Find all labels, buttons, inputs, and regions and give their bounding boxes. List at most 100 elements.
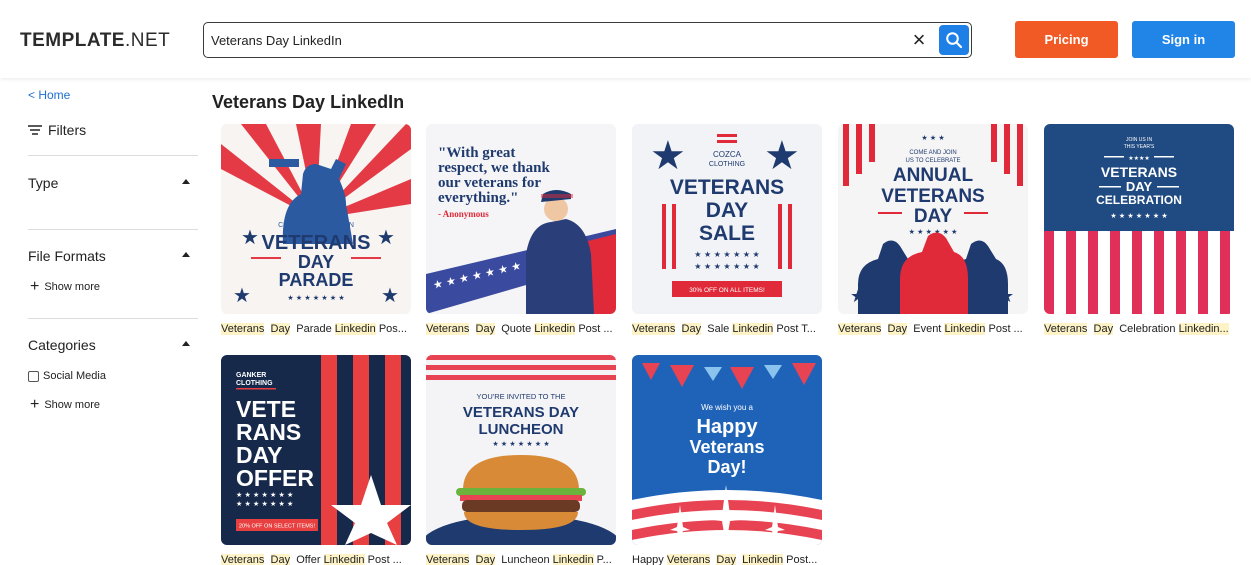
clear-search-icon[interactable]: ×	[909, 29, 929, 51]
template-card[interactable]: COZCA CLOTHING ★ ★ VETERANS DAY SALE ★ ★…	[632, 124, 822, 335]
sign-in-button[interactable]: Sign in	[1132, 21, 1235, 58]
svg-text:★: ★	[764, 133, 800, 179]
caption-word: Post ...	[578, 323, 613, 335]
card-image-text: COME AND JOIN US IN	[278, 222, 354, 229]
home-breadcrumb-link[interactable]: < Home	[28, 88, 70, 102]
plus-icon: +	[30, 278, 40, 295]
template-thumbnail[interactable]: YOU'RE INVITED TO THE VETERANS DAY LUNCH…	[426, 355, 616, 545]
caption-word: Luncheon	[501, 554, 550, 565]
caption-word: Day	[681, 323, 702, 335]
svg-text:★: ★	[377, 225, 395, 249]
card-image-text: VETERANS	[670, 176, 784, 199]
template-card[interactable]: JOIN US IN THIS YEAR'S ★★★★ VETERANS DAY…	[1044, 124, 1234, 335]
caption-word: Pos...	[378, 323, 407, 335]
top-header: TEMPLATE.NET × Pricing Sign in	[0, 0, 1251, 78]
social-media-filter[interactable]: Social Media	[28, 370, 106, 382]
template-caption[interactable]: Veterans Day Event Linkedin Post ...	[838, 323, 1028, 335]
card-image-text: - Anonymous	[438, 209, 489, 219]
card-image-text: CLOTHING	[236, 380, 273, 387]
search-icon	[946, 32, 963, 49]
template-thumbnail[interactable]: JOIN US IN THIS YEAR'S ★★★★ VETERANS DAY…	[1044, 124, 1234, 314]
svg-text:★★★★: ★★★★	[1128, 155, 1150, 162]
caption-word: Quote	[501, 323, 532, 335]
card-image-text: DAY	[298, 252, 334, 272]
template-card[interactable]: YOU'RE INVITED TO THE VETERANS DAY LUNCH…	[426, 355, 616, 565]
template-caption[interactable]: Veterans Day Celebration Linkedin...	[1044, 323, 1234, 335]
template-card[interactable]: ★ ★ ★ COME AND JOIN US TO CELEBRATE ANNU…	[838, 124, 1028, 335]
card-image-text: SALE	[699, 222, 755, 245]
filters-toggle[interactable]: Filters	[28, 122, 86, 138]
caption-word: Veterans	[221, 554, 265, 565]
card-image-text: "With great	[438, 145, 515, 161]
template-caption[interactable]: Veterans Day Luncheon Linkedin P...	[426, 554, 616, 565]
caption-word: Veterans	[1044, 323, 1088, 335]
card-image-text: PARADE	[279, 270, 354, 290]
plus-icon: +	[30, 396, 40, 413]
card-image-text: We wish you a	[701, 403, 753, 412]
svg-text:★ ★ ★ ★ ★ ★ ★: ★ ★ ★ ★ ★ ★ ★	[1110, 212, 1167, 220]
caption-word: Veterans	[632, 323, 676, 335]
caption-word: P...	[596, 554, 612, 565]
svg-text:★: ★	[998, 286, 1014, 307]
card-image-text: 20% OFF ON SELECT ITEMS!	[239, 524, 315, 530]
template-thumbnail[interactable]: ★ ★ ★ COME AND JOIN US TO CELEBRATE ANNU…	[838, 124, 1028, 314]
show-more-formats-button[interactable]: + Show more	[30, 278, 100, 295]
caret-up-icon[interactable]	[182, 341, 190, 346]
card-image-text: LUNCHEON	[479, 421, 564, 438]
card-image-text: JOIN US IN	[1126, 137, 1153, 143]
template-thumbnail[interactable]: "With great respect, we thank our vetera…	[426, 124, 616, 314]
pricing-button[interactable]: Pricing	[1015, 21, 1118, 58]
template-caption[interactable]: Veterans Day Offer Linkedin Post ...	[221, 554, 411, 565]
show-more-label: Show more	[44, 399, 100, 411]
caret-up-icon[interactable]	[182, 179, 190, 184]
template-caption[interactable]: Happy Veterans Day Linkedin Post...	[632, 554, 822, 565]
template-card[interactable]: COME AND JOIN US IN VETERANS DAY PARADE …	[221, 124, 411, 335]
caption-word: Veterans	[426, 554, 470, 565]
caption-word: Veterans	[666, 554, 711, 565]
template-caption[interactable]: Veterans Day Quote Linkedin Post ...	[426, 323, 616, 335]
caret-up-icon[interactable]	[182, 252, 190, 257]
search-button[interactable]	[939, 25, 969, 55]
svg-text:★: ★	[381, 283, 399, 307]
filter-lines-icon	[28, 125, 42, 135]
file-formats-section-title[interactable]: File Formats	[28, 248, 106, 264]
caption-word: Day	[270, 554, 291, 565]
card-image-text: COME AND JOIN	[909, 150, 956, 156]
caption-word: Sale	[707, 323, 730, 335]
show-more-categories-button[interactable]: + Show more	[30, 396, 100, 413]
svg-text:★ ★ ★ ★ ★ ★ ★: ★ ★ ★ ★ ★ ★ ★	[492, 440, 549, 448]
caption-word: Event	[913, 323, 942, 335]
card-image-text: everything."	[438, 190, 518, 206]
type-section-title[interactable]: Type	[28, 175, 58, 191]
template-thumbnail[interactable]: We wish you a Happy Veterans Day!	[632, 355, 822, 545]
template-card[interactable]: We wish you a Happy Veterans Day! Happy …	[632, 355, 822, 565]
caption-word: Linkedin	[534, 323, 576, 335]
categories-section-title[interactable]: Categories	[28, 337, 96, 353]
template-caption[interactable]: Veterans Day Parade Linkedin Pos...	[221, 323, 411, 335]
card-image-text: DAY	[706, 199, 748, 222]
svg-text:★ ★ ★ ★ ★ ★ ★: ★ ★ ★ ★ ★ ★ ★	[236, 491, 293, 499]
template-thumbnail[interactable]: GANKER CLOTHING VETE RANS DAY OFFER ★ ★ …	[221, 355, 411, 545]
caption-word: Linkedin...	[1178, 323, 1229, 335]
template-card[interactable]: "With great respect, we thank our vetera…	[426, 124, 616, 335]
divider	[28, 229, 198, 230]
logo-bold-text: TEMPLATE	[20, 30, 125, 51]
card-image-text: DAY	[914, 206, 953, 227]
card-image-text: VETERANS DAY	[463, 404, 579, 421]
caption-word: Parade	[296, 323, 332, 335]
svg-text:★: ★	[233, 283, 251, 307]
template-thumbnail[interactable]: COZCA CLOTHING ★ ★ VETERANS DAY SALE ★ ★…	[632, 124, 822, 314]
template-caption[interactable]: Veterans Day Sale Linkedin Post T...	[632, 323, 822, 335]
svg-text:★: ★	[241, 225, 259, 249]
template-card[interactable]: GANKER CLOTHING VETE RANS DAY OFFER ★ ★ …	[221, 355, 411, 565]
svg-text:★: ★	[650, 133, 686, 179]
card-image-text: VETERANS	[1101, 164, 1177, 180]
search-input[interactable]	[211, 30, 891, 50]
caption-word: Linkedin	[323, 554, 365, 565]
caption-word: Day	[270, 323, 291, 335]
show-more-label: Show more	[44, 281, 100, 293]
template-thumbnail[interactable]: COME AND JOIN US IN VETERANS DAY PARADE …	[221, 124, 411, 314]
site-logo[interactable]: TEMPLATE.NET	[20, 30, 170, 52]
social-media-checkbox[interactable]	[28, 370, 39, 382]
caption-word: Veterans	[838, 323, 882, 335]
